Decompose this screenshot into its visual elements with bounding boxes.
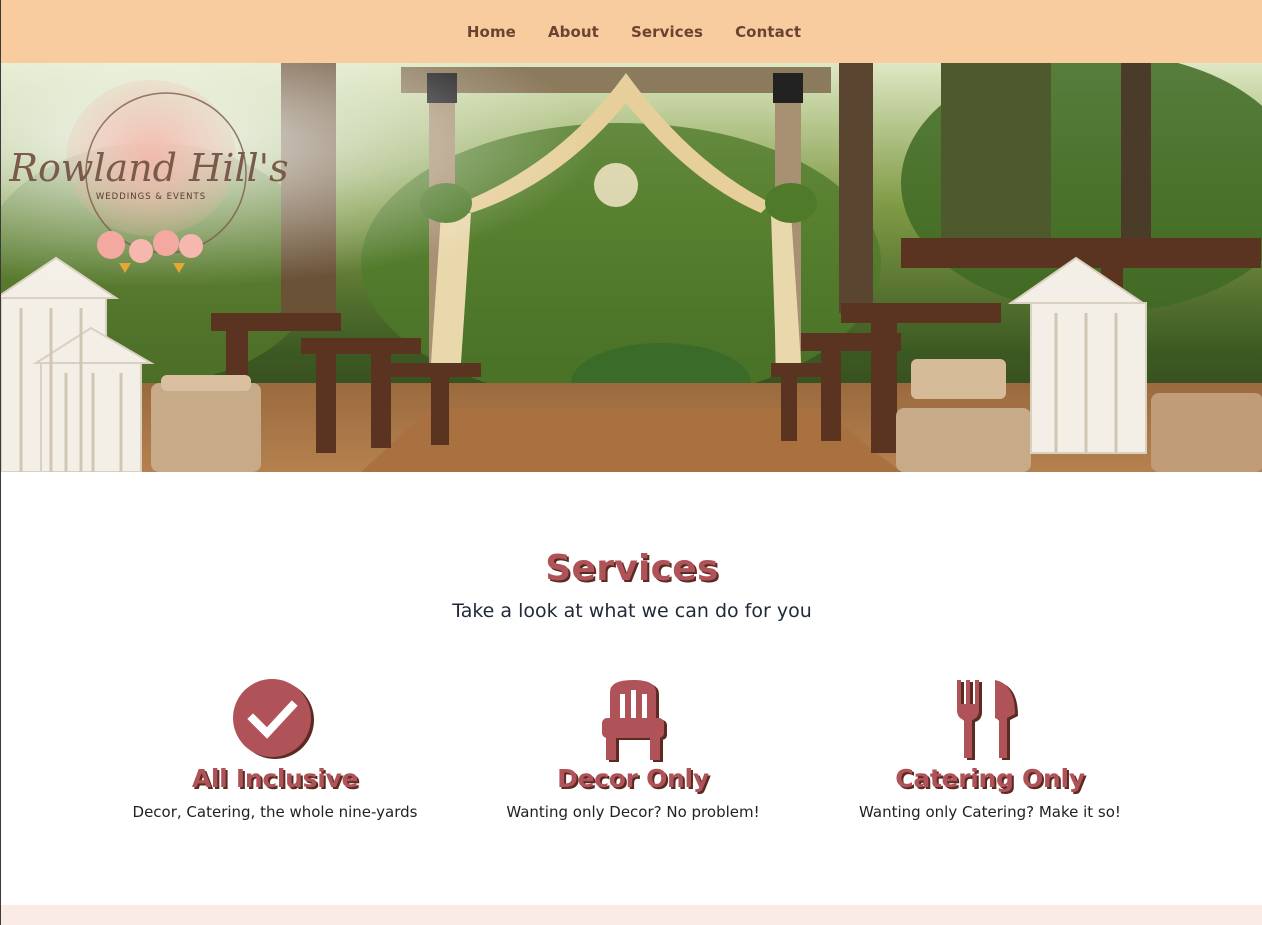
services-title: Services (545, 548, 719, 589)
logo-tagline: WEDDINGS & EVENTS (96, 192, 206, 202)
service-description: Wanting only Catering? Make it so! (859, 803, 1121, 821)
chair-icon (602, 680, 667, 762)
footer-strip (1, 905, 1262, 925)
services-subtitle: Take a look at what we can do for you (452, 600, 812, 622)
top-navbar: Home About Services Contact (1, 0, 1262, 63)
fork-knife-icon (957, 680, 1018, 760)
logo-script-text: Rowland Hill's (8, 146, 288, 190)
service-description: Decor, Catering, the whole nine-yards (132, 803, 418, 821)
service-heading: Decor Only (557, 764, 709, 793)
service-heading: All Inclusive (191, 764, 359, 793)
nav-services-link[interactable]: Services (615, 23, 719, 41)
hero-scene: Rowland Hill's WEDDINGS & EVENTS (1, 63, 1262, 472)
service-card-catering-only: Catering Only Wanting only Catering? Mak… (810, 678, 1170, 821)
check-circle-icon (233, 679, 314, 759)
nav-links: Home About Services Contact (451, 22, 817, 41)
nav-about-link[interactable]: About (532, 23, 615, 41)
service-card-decor-only: Decor Only Wanting only Decor? No proble… (453, 678, 813, 821)
service-description: Wanting only Decor? No problem! (506, 803, 760, 821)
nav-home-link[interactable]: Home (451, 23, 532, 41)
hero-image: Rowland Hill's WEDDINGS & EVENTS (1, 63, 1262, 472)
service-heading: Catering Only (895, 764, 1085, 793)
service-card-all-inclusive: All Inclusive Decor, Catering, the whole… (95, 678, 455, 821)
nav-contact-link[interactable]: Contact (719, 23, 817, 41)
